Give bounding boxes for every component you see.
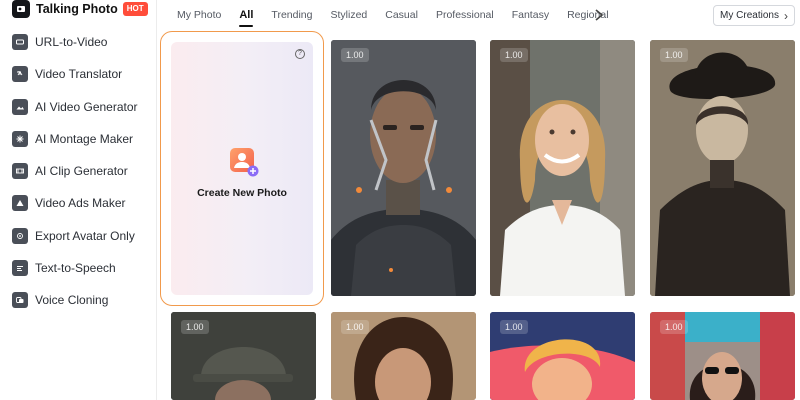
montage-icon <box>12 131 28 147</box>
tab-my-photo[interactable]: My Photo <box>177 9 221 21</box>
photo-card-cyborg[interactable]: 1.00 <box>331 40 476 296</box>
sidebar-item-label: URL-to-Video <box>35 35 108 49</box>
translate-icon <box>12 66 28 82</box>
tab-trending[interactable]: Trending <box>271 9 312 21</box>
sidebar-item-label: Text-to-Speech <box>35 261 116 275</box>
url-icon <box>12 34 28 50</box>
clip-icon <box>12 163 28 179</box>
sidebar-item-label: Talking Photo <box>36 2 118 16</box>
create-new-photo-label: Create New Photo <box>197 187 287 199</box>
create-card-background: ? Create New Photo <box>171 42 313 295</box>
duration-badge: 1.00 <box>660 48 688 62</box>
chevron-right-icon[interactable] <box>593 8 605 22</box>
sidebar-item-ai-video-generator[interactable]: AI Video Generator <box>0 91 157 123</box>
tab-fantasy[interactable]: Fantasy <box>512 9 549 21</box>
vintage-portrait <box>650 40 795 296</box>
help-icon[interactable]: ? <box>295 49 305 59</box>
sidebar-item-voice-cloning[interactable]: Voice Cloning <box>0 284 157 316</box>
add-photo-icon <box>230 148 259 177</box>
photo-card-cartoon-boy[interactable]: 1.00 <box>490 312 635 400</box>
sidebar-item-ai-montage-maker[interactable]: AI Montage Maker <box>0 123 157 155</box>
sidebar-item-text-to-speech[interactable]: Text-to-Speech <box>0 252 157 284</box>
photo-card-smiling-woman[interactable]: 1.00 <box>490 40 635 296</box>
sidebar-item-label: Export Avatar Only <box>35 229 135 243</box>
text-speech-icon <box>12 260 28 276</box>
sidebar-item-label: AI Video Generator <box>35 100 138 114</box>
cyborg-portrait <box>331 40 476 296</box>
image-video-icon <box>12 99 28 115</box>
my-creations-label: My Creations <box>720 10 779 21</box>
duration-badge: 1.00 <box>500 320 528 334</box>
duration-badge: 1.00 <box>341 320 369 334</box>
photo-card-curly-woman[interactable]: 1.00 <box>331 312 476 400</box>
sidebar-item-video-translator[interactable]: Video Translator <box>0 58 157 90</box>
sidebar-item-video-ads-maker[interactable]: Video Ads Maker <box>0 187 157 219</box>
my-creations-button[interactable]: My Creations › <box>713 5 795 26</box>
duration-badge: 1.00 <box>500 48 528 62</box>
avatar-export-icon <box>12 228 28 244</box>
sidebar-item-talking-photo[interactable]: Talking Photo HOT <box>0 0 157 24</box>
tab-all[interactable]: All <box>239 9 254 27</box>
voice-clone-icon <box>12 292 28 308</box>
sidebar: Talking Photo HOT URL-to-Video Video Tra… <box>0 0 157 400</box>
category-tabs: My Photo All Trending Stylized Casual Pr… <box>177 0 627 30</box>
ads-icon <box>12 195 28 211</box>
sidebar-item-label: Video Translator <box>35 67 123 81</box>
tab-casual[interactable]: Casual <box>385 9 418 21</box>
tab-professional[interactable]: Professional <box>436 9 494 21</box>
chevron-right-icon: › <box>783 8 788 23</box>
photo-card-sunglasses-woman[interactable]: 1.00 <box>650 312 795 400</box>
duration-badge: 1.00 <box>660 320 688 334</box>
sidebar-item-ai-clip-generator[interactable]: AI Clip Generator <box>0 155 157 187</box>
woman-portrait <box>490 40 635 296</box>
photo-card-vintage-woman[interactable]: 1.00 <box>650 40 795 296</box>
duration-badge: 1.00 <box>341 48 369 62</box>
tab-stylized[interactable]: Stylized <box>330 9 367 21</box>
sidebar-item-label: Video Ads Maker <box>35 196 126 210</box>
photo-card-helmet-man[interactable]: 1.00 <box>171 312 316 400</box>
duration-badge: 1.00 <box>181 320 209 334</box>
talking-photo-icon <box>12 0 30 18</box>
hot-badge: HOT <box>122 2 148 16</box>
sidebar-item-label: AI Montage Maker <box>35 132 134 146</box>
sidebar-item-export-avatar-only[interactable]: Export Avatar Only <box>0 220 157 252</box>
create-new-photo-card[interactable]: ? Create New Photo <box>160 31 324 306</box>
sidebar-item-label: Voice Cloning <box>35 293 109 307</box>
sidebar-item-label: AI Clip Generator <box>35 164 128 178</box>
sidebar-item-url-to-video[interactable]: URL-to-Video <box>0 26 157 58</box>
